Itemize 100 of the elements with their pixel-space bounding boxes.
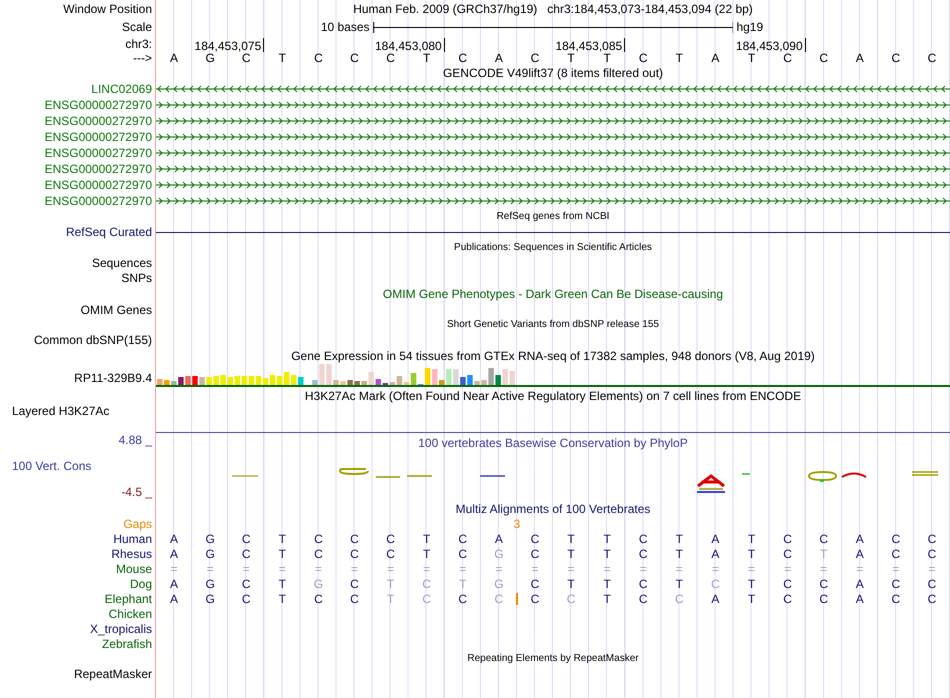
aligned-base: = <box>604 562 611 574</box>
aligned-base: C <box>350 592 359 604</box>
gene-label[interactable]: ENSG00000272970 <box>44 147 152 159</box>
aligned-base: T <box>748 578 756 590</box>
aligned-base: T <box>603 578 611 590</box>
aligned-base: C <box>350 548 359 560</box>
base-letter: A <box>856 52 864 64</box>
aligned-base: A <box>711 532 720 544</box>
axis-max-label: 4.88 _ <box>118 434 152 446</box>
aligned-base: A <box>856 592 864 604</box>
aligned-base: T <box>423 532 430 544</box>
aligned-base: C <box>783 532 792 544</box>
track-title: RefSeq genes from NCBI <box>496 212 610 222</box>
aligned-base: T <box>278 532 286 544</box>
species-label: Dog <box>130 578 152 590</box>
base-letter: C <box>386 52 395 64</box>
aligned-base: G <box>205 548 215 560</box>
aligned-base: T <box>748 592 756 604</box>
aligned-base: C <box>783 548 792 560</box>
aligned-base: = <box>856 562 864 574</box>
track-label: Gaps <box>123 518 152 530</box>
aligned-base: T <box>603 532 611 544</box>
aligned-base: T <box>603 548 611 560</box>
genome-name: hg19 <box>735 21 764 33</box>
aligned-base: C <box>530 548 540 560</box>
gene-label[interactable]: ENSG00000272970 <box>44 179 152 191</box>
track-title: Repeating Elements by RepeatMasker <box>467 654 639 664</box>
gene-label[interactable]: ENSG00000272970 <box>44 131 152 143</box>
chromosome-label: chr3: <box>125 38 152 50</box>
species-label: Zebrafish <box>102 638 152 650</box>
track-label: SNPs <box>121 272 152 284</box>
aligned-base: A <box>711 592 720 604</box>
aligned-base: = <box>387 562 394 574</box>
aligned-base: T <box>567 548 575 560</box>
aligned-base: = <box>170 562 178 574</box>
aligned-base: = <box>350 562 358 574</box>
track-title: OMIM Gene Phenotypes - Dark Green Can Be Disease-causing <box>382 288 724 300</box>
track-title: Short Genetic Variants from dbSNP release 155 <box>447 320 659 330</box>
aligned-base: T <box>386 592 394 604</box>
gene-label[interactable]: LINC02069 <box>91 83 152 95</box>
gene-label[interactable]: ENSG00000272970 <box>44 195 152 207</box>
aligned-base: C <box>458 592 468 604</box>
aligned-base: C <box>530 592 540 604</box>
base-letter: T <box>423 52 430 64</box>
base-letter: C <box>819 52 828 64</box>
aligned-base: C <box>783 578 792 590</box>
track-label: Scale <box>122 21 152 33</box>
track-label: Window Position <box>63 3 152 15</box>
assembly-name: Human Feb. 2009 (GRCh37/hg19) <box>353 3 538 15</box>
base-letter: C <box>458 52 468 64</box>
aligned-base: C <box>350 578 359 590</box>
track-title: GENCODE V49lift37 (8 items filtered out) <box>442 66 664 78</box>
aligned-base: T <box>278 578 286 590</box>
base-letter: T <box>567 52 575 64</box>
aligned-base: T <box>676 578 683 590</box>
aligned-base: A <box>856 548 864 560</box>
aligned-base: A <box>856 532 864 544</box>
aligned-base: = <box>712 562 719 574</box>
ruler-position: 184,453,080 <box>374 38 445 52</box>
aligned-base: T <box>278 548 286 560</box>
axis-min-label: -4.5 _ <box>121 486 152 498</box>
species-label: X_tropicalis <box>90 622 152 634</box>
aligned-base: C <box>892 578 900 590</box>
aligned-base: C <box>314 548 323 560</box>
aligned-base: C <box>494 592 504 604</box>
base-letter: C <box>350 52 359 64</box>
aligned-base: T <box>676 532 683 544</box>
aligned-base: T <box>278 592 286 604</box>
base-letter: G <box>205 52 215 64</box>
aligned-base: C <box>458 548 468 560</box>
base-letter: C <box>928 52 936 64</box>
ruler-position: 184,453,085 <box>555 38 626 52</box>
gene-label[interactable]: ENSG00000272970 <box>44 99 152 111</box>
aligned-base: C <box>674 592 684 604</box>
aligned-base: A <box>170 548 178 560</box>
base-letter: A <box>711 52 720 64</box>
aligned-base: G <box>494 578 504 590</box>
aligned-base: A <box>170 532 178 544</box>
aligned-base: T <box>603 592 611 604</box>
aligned-base: C <box>783 592 792 604</box>
aligned-base: C <box>819 592 828 604</box>
aligned-base: C <box>242 578 251 590</box>
aligned-base: C <box>892 548 900 560</box>
aligned-base: G <box>205 532 215 544</box>
aligned-base: C <box>819 578 828 590</box>
aligned-base: C <box>928 532 936 544</box>
species-label: Rhesus <box>111 548 152 560</box>
track-title: 100 vertebrates Basewise Conservation by PhyloP <box>418 437 688 449</box>
base-letter: C <box>783 52 792 64</box>
base-letter: C <box>892 52 900 64</box>
gene-label[interactable]: ENSG00000272970 <box>44 115 152 127</box>
base-letter: C <box>638 52 648 64</box>
gene-label[interactable]: ENSG00000272970 <box>44 163 152 175</box>
aligned-base: C <box>458 532 468 544</box>
gap-count: 3 <box>514 518 520 530</box>
aligned-base: A <box>856 578 864 590</box>
species-label: Mouse <box>116 562 152 574</box>
track-label: Sequences <box>92 256 152 268</box>
aligned-base: = <box>820 562 828 574</box>
aligned-base: = <box>676 562 683 574</box>
